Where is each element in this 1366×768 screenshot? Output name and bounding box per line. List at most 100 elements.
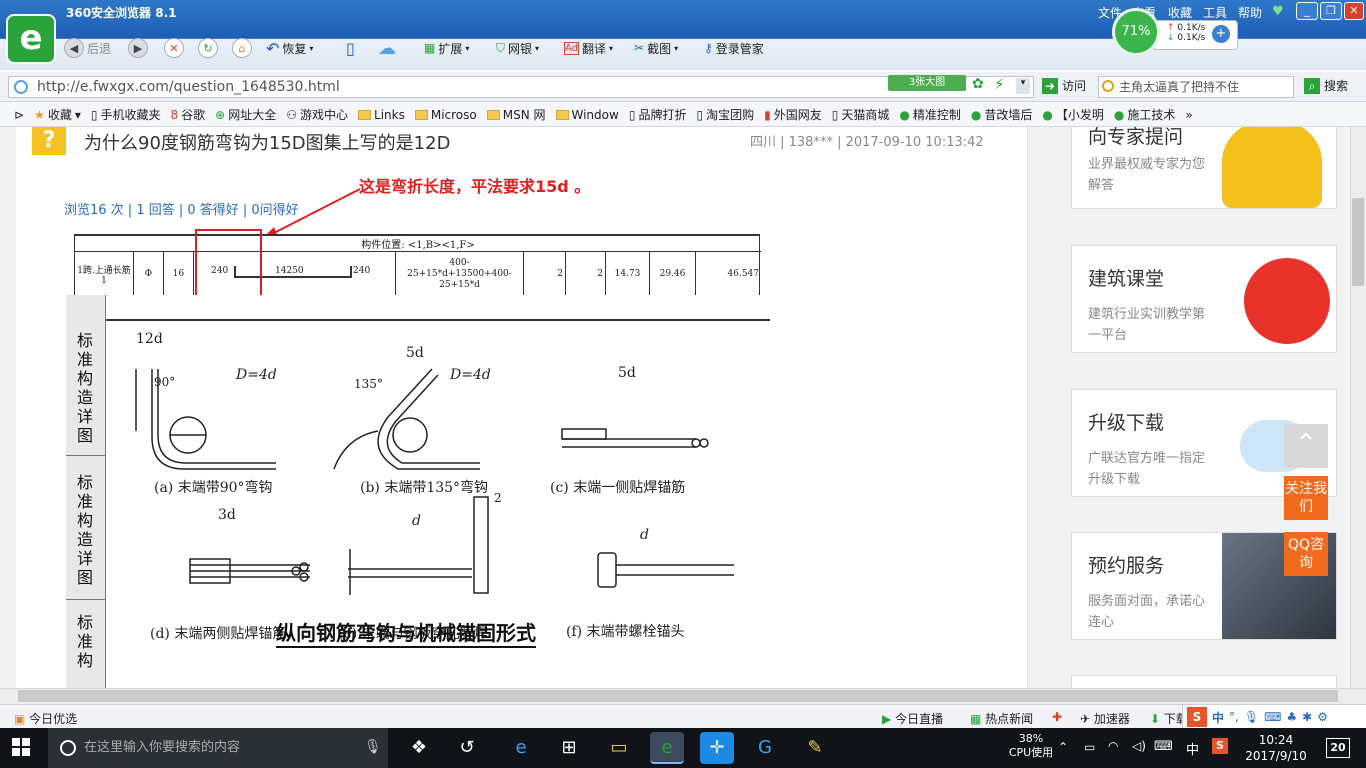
taskbar-search-input[interactable]: 在这里输入你要搜索的内容 [48,728,388,768]
fav-tmall[interactable]: ▯ 天猫商城 [832,106,890,123]
card-next[interactable] [1071,675,1337,688]
phone-button[interactable]: ▯ [346,36,355,60]
url-input[interactable]: http://e.fwxgx.com/question_1648530.html [8,76,1034,98]
notification-count-badge[interactable]: 20 [1326,738,1350,758]
wechat-icon: ● [1042,107,1053,122]
horizontal-scroll-thumb[interactable] [18,690,1338,702]
volume-icon[interactable]: ◁) [1132,739,1146,753]
fav-taobao[interactable]: ▯ 淘宝团购 [696,106,754,123]
extend-button[interactable]: ▦ 扩展 ▾ [424,36,469,60]
fav-wall[interactable]: ● 昔改墙后 [971,106,1033,123]
screenshot-button[interactable]: ✂ 截图 ▾ [634,36,678,60]
cloud-button[interactable]: ☁ [378,36,396,60]
visit-button[interactable]: ➜ 访问 [1042,77,1086,94]
restore-window-button[interactable]: ❐ [1320,2,1342,20]
big-images-button[interactable]: 3张大图 [888,75,966,91]
refresh-button[interactable]: ↻ [198,36,218,60]
fav-invention[interactable]: ● 【小发明 [1042,106,1104,123]
forward-button[interactable]: ▶ [128,36,148,60]
fav-games[interactable]: ⚇ 游戏中心 [286,106,348,123]
dropdown-arrow-icon[interactable]: ▾ [1016,78,1030,94]
wifi-icon[interactable]: ◠ [1108,739,1118,753]
fav-construction[interactable]: ● 施工技术 [1114,106,1176,123]
label-5d-c: 5d [618,365,636,381]
caption-f: (f) 末端带螺栓锚头 [566,624,685,640]
shield-icon: ⛉ [496,40,506,55]
windows-start-icon[interactable] [12,738,30,756]
lightning-icon[interactable]: ⚡ [994,75,1005,93]
fav-msn[interactable]: MSN 网 [486,106,546,123]
cpu-meter[interactable]: 38% CPU使用 [1006,732,1056,760]
back-to-top-button[interactable]: ⌃ [1284,424,1328,468]
translate-button[interactable]: Ad 翻译 ▾ [564,36,613,60]
card-appointment-sub: 服务面对面，承诺心连心 [1088,594,1206,630]
fav-precise[interactable]: ● 精准控制 [899,106,961,123]
stop-button[interactable]: ✕ [164,36,184,60]
taskbar-app-task-view[interactable]: ❖ [402,732,436,764]
fav-foreign[interactable]: ▮ 外国网友 [764,106,822,123]
network-speed-widget[interactable]: ↑ 0.1K/s ↓ 0.1K/s 71% + [1112,8,1240,60]
tray-expand-icon[interactable]: ⌃ [1058,740,1068,754]
follow-us-button[interactable]: 关注我们 [1284,476,1328,520]
fav-windows[interactable]: Window [555,108,619,122]
folder-icon [486,109,500,120]
sogou-tray-icon[interactable]: S [1212,738,1228,754]
status-accelerator[interactable]: ✈ 加速器 [1080,710,1130,727]
refresh-small-icon[interactable]: ✿ [972,76,984,92]
status-news[interactable]: ▦ 热点新闻 [970,710,1033,727]
status-bar: ▣ 今日优选 ▶ 今日直播 ▦ 热点新闻 ✚ ✈ 加速器 ⬇ 下载 S 中 °,… [0,704,1366,729]
home-button[interactable]: ⌂ [232,36,252,60]
taskbar-app-teamviewer[interactable]: ✛ [700,732,734,764]
plus-icon[interactable]: + [1212,25,1230,43]
status-today-picks[interactable]: ▣ 今日优选 [14,710,77,727]
vertical-scroll-thumb[interactable] [1352,198,1364,286]
status-live[interactable]: ▶ 今日直播 [882,710,943,727]
bank-button[interactable]: ⛉ 网银 ▾ [496,36,539,60]
play-icon: ▶ [882,712,892,726]
google-icon: 8 [170,107,179,122]
taskbar-app-g[interactable]: G [748,732,782,764]
fav-favorites[interactable]: ★ 收藏 ▾ [34,106,81,123]
fav-mobile[interactable]: ▯ 手机收藏夹 [91,106,161,123]
back-button[interactable]: ◀ 后退 [64,36,111,60]
cart-icon: ▣ [14,712,26,726]
search-button[interactable]: ⌕ 搜索 [1304,77,1348,94]
taskbar-app-edge[interactable]: e [504,732,538,764]
card-expert[interactable]: 向专家提问 业界最权威专家为您解答 [1071,127,1337,209]
taskbar-app-360-browser[interactable]: e [650,732,684,764]
restore-button[interactable]: ↶ 恢复 ▾ [266,36,313,60]
fav-google[interactable]: 8 谷歌 [171,106,206,123]
fav-microsoft[interactable]: Microso [414,108,477,122]
question-main: ? 为什么90度钢筋弯钩为15D图集上写的是12D 四川 | 138*** | … [16,127,1028,688]
qq-consult-button[interactable]: QQ咨询 [1284,532,1328,576]
taskbar-app-browser-swirl[interactable]: ↺ [450,732,484,764]
login-manager-button[interactable]: ⚷ 登录管家 [704,36,764,60]
settings-icon: ⚙ [1317,710,1328,724]
taskbar-app-store[interactable]: ⊞ [552,732,586,764]
clock[interactable]: 10:24 2017/9/10 [1240,732,1312,764]
wechat-icon: ● [1113,107,1125,122]
ime-toolbar[interactable]: S 中 °, 🎙 ⌨ ♣ ✱ ⚙ [1182,705,1366,729]
minimize-button[interactable]: _ [1296,2,1318,20]
microphone-icon[interactable]: 🎙 [364,739,382,755]
taskbar-app-explorer[interactable]: ▭ [602,732,636,764]
cell-count1: 2 [523,252,565,296]
battery-icon[interactable]: ▭ [1084,740,1095,754]
touch-keyboard-icon[interactable]: ⌨ [1154,739,1173,754]
question-meta: 四川 | 138*** | 2017-09-10 10:13:42 [750,135,984,150]
taskbar-app-notes[interactable]: ✎ [798,732,832,764]
card-classroom[interactable]: 建筑课堂 建筑行业实训教学第一平台 [1071,245,1337,353]
more-favorites-icon[interactable]: » [1185,108,1192,122]
fav-links[interactable]: Links [358,108,405,122]
close-window-button[interactable]: ✕ [1344,2,1364,20]
fav-sites[interactable]: ⊕ 网址大全 [215,106,276,123]
menu-help[interactable]: 帮助 [1238,4,1262,21]
search-input[interactable]: 主角太逼真了把持不住 [1098,76,1294,98]
favorites-bar: ⊳ ★ 收藏 ▾ ▯ 手机收藏夹 8 谷歌 ⊕ 网址大全 ⚇ 游戏中心 Links Micr… [0,103,1366,127]
shirt-icon[interactable]: ♥ [1272,4,1288,19]
label-12d: 12d [136,331,163,347]
sidebar-toggle-icon[interactable]: ⊳ [14,108,24,122]
ime-indicator[interactable]: 中 [1186,739,1199,758]
fav-brand[interactable]: ▯ 品牌打折 [629,106,687,123]
status-hospital[interactable]: ✚ [1052,710,1062,724]
